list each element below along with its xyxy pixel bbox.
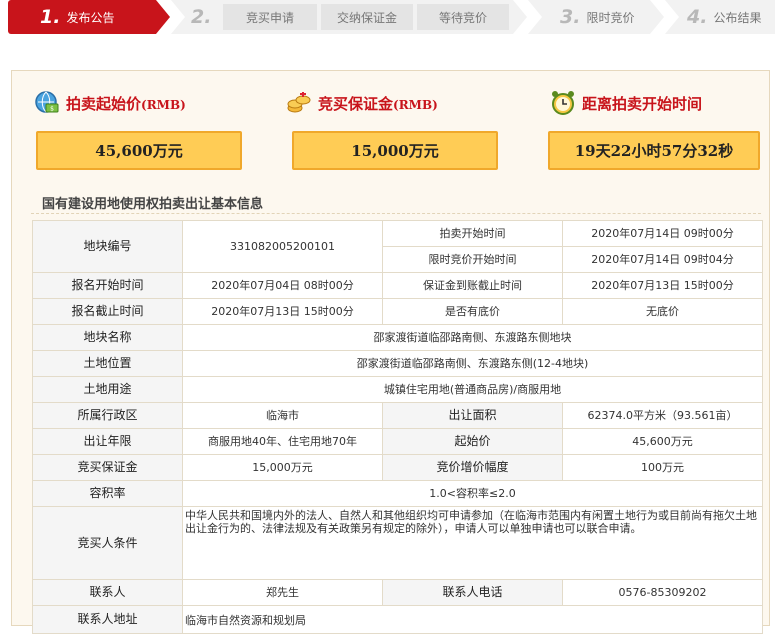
table-row: 竞买保证金 15,000万元 竞价增价幅度 100万元 — [32, 454, 763, 481]
table-row: 报名开始时间 2020年07月04日 08时00分 保证金到账截止时间 2020… — [32, 272, 763, 299]
table-row: 出让年限 商服用地40年、住宅用地70年 起始价 45,600万元 — [32, 428, 763, 455]
auction-start-label: 拍卖开始时间 — [382, 220, 563, 247]
table-row: 地块名称 邵家渡街道临邵路南侧、东渡路东侧地块 — [32, 324, 763, 351]
increment-label: 竞价增价幅度 — [382, 454, 563, 481]
deposit-deadline-label: 保证金到账截止时间 — [382, 272, 563, 299]
table-row: 所属行政区 临海市 出让面积 62374.0平方米（93.561亩） — [32, 402, 763, 429]
reserve-value: 无底价 — [562, 298, 763, 325]
plot-no-value: 331082005200101 — [182, 220, 383, 273]
auction-start-value: 2020年07月14日 09时00分 — [562, 220, 763, 247]
district-value: 临海市 — [182, 402, 383, 429]
area-value: 62374.0平方米（93.561亩） — [562, 402, 763, 429]
reg-start-value: 2020年07月04日 08时00分 — [182, 272, 383, 299]
reserve-label: 是否有底价 — [382, 298, 563, 325]
address-value: 临海市自然资源和规划局 — [182, 605, 763, 634]
table-row: 土地用途 城镇住宅用地(普通商品房)/商服用地 — [32, 376, 763, 403]
step-number: 3. — [560, 6, 581, 28]
reg-start-label: 报名开始时间 — [32, 272, 183, 299]
step-label: 公布结果 — [713, 10, 762, 25]
substep-bid-application: 竞买申请 — [223, 4, 317, 30]
far-label: 容积率 — [32, 480, 183, 507]
plot-name-value: 邵家渡街道临邵路南侧、东渡路东侧地块 — [182, 324, 763, 351]
land-use-value: 城镇住宅用地(普通商品房)/商服用地 — [182, 376, 763, 403]
reg-end-value: 2020年07月13日 15时00分 — [182, 298, 383, 325]
land-use-label: 土地用途 — [32, 376, 183, 403]
step-label: 限时竞价 — [586, 10, 635, 25]
step-announcement: 1. 发布公告 — [8, 0, 170, 34]
deposit-title: 竞买保证金 — [318, 94, 394, 113]
section-title: 国有建设用地使用权拍卖出让基本信息 — [42, 197, 264, 212]
step-label: 发布公告 — [66, 10, 115, 25]
start-price-title: 拍卖起始价 — [66, 94, 142, 113]
substep-wait-bidding: 等待竞价 — [417, 4, 509, 30]
deposit-summary: 竞买保证金(RMB) 15,000万元 — [286, 89, 498, 170]
step-results: 4. 公布结果 — [665, 0, 775, 34]
step-timed-bidding: 3. 限时竞价 — [528, 0, 664, 34]
address-label: 联系人地址 — [32, 605, 183, 634]
phone-value: 0576-85309202 — [562, 579, 763, 606]
far-value: 1.0<容积率≤2.0 — [182, 480, 763, 507]
start-price-summary: $ 拍卖起始价(RMB) 45,600万元 — [34, 89, 242, 170]
conditions-label: 竞买人条件 — [32, 506, 183, 580]
conditions-value: 中华人民共和国境内外的法人、自然人和其他组织均可申请参加（在临海市范围内有闲置土… — [182, 506, 763, 580]
deposit-deadline-value: 2020年07月13日 15时00分 — [562, 272, 763, 299]
step-bidding-preparation: 2. 竞买申请 交纳保证金 等待竞价 — [171, 0, 527, 34]
table-row: 报名截止时间 2020年07月13日 15时00分 是否有底价 无底价 — [32, 298, 763, 325]
table-row: 土地位置 邵家渡街道临邵路南侧、东渡路东侧(12-4地块) — [32, 350, 763, 377]
globe-money-icon: $ — [35, 91, 59, 113]
step-number: 2. — [191, 6, 212, 28]
countdown-value: 19天22小时57分32秒 — [548, 131, 760, 170]
contact-label: 联系人 — [32, 579, 183, 606]
start-price-value: 45,600万元 — [36, 131, 242, 170]
countdown-title: 距离拍卖开始时间 — [582, 94, 703, 113]
start-price-label: 起始价 — [382, 428, 563, 455]
coins-icon — [287, 92, 311, 113]
progress-steps: 1. 发布公告 2. 竞买申请 交纳保证金 等待竞价 3. 限时竞价 4. 公布… — [8, 0, 775, 36]
start-price-unit: (RMB) — [141, 97, 186, 112]
table-row: 联系人 郑先生 联系人电话 0576-85309202 — [32, 579, 763, 606]
svg-text:$: $ — [50, 106, 54, 113]
term-value: 商服用地40年、住宅用地70年 — [182, 428, 383, 455]
section-divider — [31, 213, 761, 214]
bid-start-label: 限时竞价开始时间 — [382, 246, 563, 273]
phone-label: 联系人电话 — [382, 579, 563, 606]
start-price-cell: 45,600万元 — [562, 428, 763, 455]
table-row: 联系人地址 临海市自然资源和规划局 — [32, 605, 763, 634]
plot-no-label: 地块编号 — [32, 220, 183, 273]
bid-start-value: 2020年07月14日 09时04分 — [562, 246, 763, 273]
table-row: 竞买人条件 中华人民共和国境内外的法人、自然人和其他组织均可申请参加（在临海市范… — [32, 506, 763, 580]
deposit-unit: (RMB) — [393, 97, 438, 112]
table-row: 容积率 1.0<容积率≤2.0 — [32, 480, 763, 507]
table-row: 地块编号 331082005200101 拍卖开始时间 2020年07月14日 … — [32, 220, 763, 273]
countdown-summary: 距离拍卖开始时间 19天22小时57分32秒 — [548, 89, 760, 170]
location-value: 邵家渡街道临邵路南侧、东渡路东侧(12-4地块) — [182, 350, 763, 377]
deposit-label: 竞买保证金 — [32, 454, 183, 481]
contact-value: 郑先生 — [182, 579, 383, 606]
area-label: 出让面积 — [382, 402, 563, 429]
alarm-clock-icon — [552, 91, 574, 115]
auction-panel: $ 拍卖起始价(RMB) 45,600万元 竞买保证金(RMB) 15,000万… — [11, 70, 770, 634]
reg-end-label: 报名截止时间 — [32, 298, 183, 325]
deposit-value: 15,000万元 — [292, 131, 498, 170]
plot-name-label: 地块名称 — [32, 324, 183, 351]
increment-value: 100万元 — [562, 454, 763, 481]
step-number: 4. — [687, 6, 708, 28]
step-number: 1. — [40, 6, 61, 28]
location-label: 土地位置 — [32, 350, 183, 377]
deposit-cell: 15,000万元 — [182, 454, 383, 481]
term-label: 出让年限 — [32, 428, 183, 455]
substep-pay-deposit: 交纳保证金 — [321, 4, 413, 30]
land-info-table: 地块编号 331082005200101 拍卖开始时间 2020年07月14日 … — [32, 220, 763, 634]
district-label: 所属行政区 — [32, 402, 183, 429]
